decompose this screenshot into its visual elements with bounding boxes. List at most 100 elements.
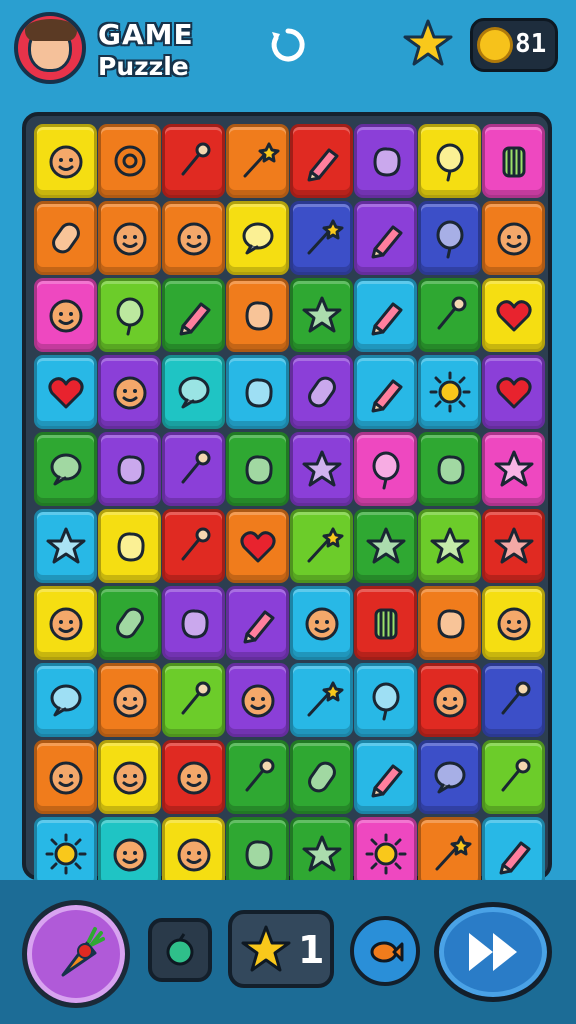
puzzle-tile[interactable] xyxy=(162,278,225,352)
puzzle-tile[interactable] xyxy=(162,124,225,198)
puzzle-tile[interactable] xyxy=(354,278,417,352)
puzzle-tile[interactable] xyxy=(290,663,353,737)
puzzle-tile[interactable] xyxy=(290,124,353,198)
puzzle-tile[interactable] xyxy=(34,586,97,660)
puzzle-tile[interactable] xyxy=(482,663,545,737)
puzzle-tile[interactable] xyxy=(418,432,481,506)
puzzle-tile[interactable] xyxy=(98,124,161,198)
puzzle-tile[interactable] xyxy=(98,663,161,737)
puzzle-tile[interactable] xyxy=(34,201,97,275)
puzzle-tile[interactable] xyxy=(418,509,481,583)
puzzle-tile[interactable] xyxy=(418,124,481,198)
restart-icon[interactable] xyxy=(268,26,308,66)
heart-icon xyxy=(495,377,532,409)
bottom-bar: 1 xyxy=(0,880,576,1024)
puzzle-tile[interactable] xyxy=(354,740,417,814)
puzzle-tile[interactable] xyxy=(482,740,545,814)
puzzle-tile[interactable] xyxy=(290,432,353,506)
puzzle-tile[interactable] xyxy=(354,201,417,275)
booster-button[interactable] xyxy=(22,900,130,1008)
wand-icon xyxy=(307,681,343,717)
puzzle-tile[interactable] xyxy=(482,124,545,198)
puzzle-tile[interactable] xyxy=(482,432,545,506)
puzzle-tile[interactable] xyxy=(98,201,161,275)
puzzle-tile[interactable] xyxy=(290,740,353,814)
wrench-icon xyxy=(501,758,530,792)
wand-icon xyxy=(307,219,343,255)
puzzle-tile[interactable] xyxy=(34,124,97,198)
puzzle-tile[interactable] xyxy=(290,509,353,583)
star-counter-button[interactable]: 1 xyxy=(228,910,334,988)
star-icon xyxy=(366,527,405,564)
puzzle-tile[interactable] xyxy=(98,740,161,814)
puzzle-tile[interactable] xyxy=(290,355,353,429)
puzzle-tile[interactable] xyxy=(226,509,289,583)
puzzle-tile[interactable] xyxy=(98,586,161,660)
puzzle-tile[interactable] xyxy=(418,201,481,275)
star-count: 1 xyxy=(298,928,325,972)
puzzle-tile[interactable] xyxy=(354,586,417,660)
puzzle-tile[interactable] xyxy=(418,586,481,660)
puzzle-tile[interactable] xyxy=(34,509,97,583)
puzzle-tile[interactable] xyxy=(418,355,481,429)
puzzle-tile[interactable] xyxy=(418,663,481,737)
face-icon xyxy=(177,222,210,256)
puzzle-tile[interactable] xyxy=(354,124,417,198)
puzzle-tile[interactable] xyxy=(162,201,225,275)
blob-icon xyxy=(373,147,401,177)
blob-icon xyxy=(245,301,273,331)
puzzle-tile[interactable] xyxy=(226,355,289,429)
puzzle-tile[interactable] xyxy=(162,509,225,583)
puzzle-tile[interactable] xyxy=(34,432,97,506)
puzzle-tile[interactable] xyxy=(226,278,289,352)
puzzle-tile[interactable] xyxy=(482,201,545,275)
jar-icon xyxy=(374,608,397,640)
apple-booster-button[interactable] xyxy=(148,918,212,982)
star-icon xyxy=(494,527,533,564)
fast-forward-button[interactable] xyxy=(434,902,552,1002)
puzzle-tile[interactable] xyxy=(226,740,289,814)
puzzle-tile[interactable] xyxy=(418,278,481,352)
game-board xyxy=(22,112,552,891)
puzzle-tile[interactable] xyxy=(418,740,481,814)
puzzle-tile[interactable] xyxy=(290,278,353,352)
puzzle-tile[interactable] xyxy=(98,278,161,352)
puzzle-tile[interactable] xyxy=(226,201,289,275)
puzzle-tile[interactable] xyxy=(162,740,225,814)
puzzle-tile[interactable] xyxy=(482,586,545,660)
pencil-icon xyxy=(371,302,402,336)
puzzle-tile[interactable] xyxy=(482,355,545,429)
puzzle-tile[interactable] xyxy=(34,278,97,352)
puzzle-tile[interactable] xyxy=(226,432,289,506)
face-icon xyxy=(497,607,530,641)
puzzle-tile[interactable] xyxy=(290,586,353,660)
puzzle-tile[interactable] xyxy=(162,355,225,429)
star-icon xyxy=(430,527,469,564)
puzzle-tile[interactable] xyxy=(162,432,225,506)
fish-booster-button[interactable] xyxy=(350,916,420,986)
puzzle-tile[interactable] xyxy=(226,586,289,660)
star-icon[interactable] xyxy=(402,18,454,70)
puzzle-tile[interactable] xyxy=(34,740,97,814)
puzzle-tile[interactable] xyxy=(354,355,417,429)
puzzle-tile[interactable] xyxy=(482,509,545,583)
puzzle-tile[interactable] xyxy=(98,509,161,583)
puzzle-tile[interactable] xyxy=(34,663,97,737)
puzzle-tile[interactable] xyxy=(98,355,161,429)
puzzle-tile[interactable] xyxy=(226,124,289,198)
puzzle-tile[interactable] xyxy=(354,663,417,737)
star-icon xyxy=(241,925,291,972)
puzzle-tile[interactable] xyxy=(354,509,417,583)
puzzle-tile[interactable] xyxy=(290,201,353,275)
pencil-icon xyxy=(307,148,338,182)
puzzle-tile[interactable] xyxy=(162,586,225,660)
puzzle-tile[interactable] xyxy=(354,432,417,506)
player-avatar[interactable] xyxy=(14,12,86,84)
puzzle-tile[interactable] xyxy=(226,663,289,737)
puzzle-tile[interactable] xyxy=(34,355,97,429)
avatar-face xyxy=(25,19,77,72)
puzzle-tile[interactable] xyxy=(482,278,545,352)
balloon-icon xyxy=(116,297,143,336)
puzzle-tile[interactable] xyxy=(162,663,225,737)
puzzle-tile[interactable] xyxy=(98,432,161,506)
